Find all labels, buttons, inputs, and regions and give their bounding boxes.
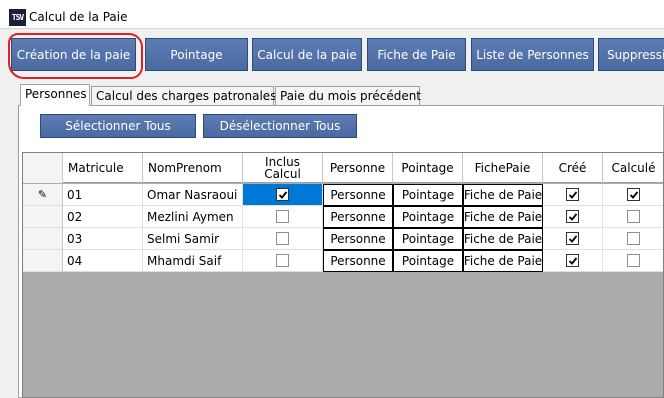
- personne-button[interactable]: Personne: [323, 206, 393, 228]
- checkbox[interactable]: [276, 232, 289, 245]
- tab-paie-mois-precedent[interactable]: Paie du mois précédent: [275, 86, 421, 105]
- col-nomprenom[interactable]: NomPrenom: [143, 153, 243, 183]
- cell-calcule[interactable]: [603, 206, 663, 228]
- pointage-row-button[interactable]: Pointage: [393, 184, 463, 206]
- suppression-button[interactable]: Suppressi: [598, 38, 664, 71]
- row-header-corner: [23, 153, 63, 183]
- cell-matricule: 04: [63, 250, 143, 272]
- cell-inclus-calcul[interactable]: [243, 184, 323, 206]
- cell-cree[interactable]: [543, 250, 603, 272]
- deselect-all-button[interactable]: Désélectionner Tous: [203, 114, 357, 138]
- cell-nomprenom: Mezlini Aymen: [143, 206, 243, 228]
- app-logo-icon: TSV: [9, 9, 26, 26]
- checkbox[interactable]: [627, 188, 640, 201]
- col-cree[interactable]: Créé: [543, 153, 603, 183]
- title-bar: TSV Calcul de la Paie: [0, 0, 664, 28]
- checkbox[interactable]: [276, 254, 289, 267]
- tab-personnes[interactable]: Personnes: [20, 84, 90, 106]
- cell-matricule: 01: [63, 184, 143, 206]
- select-all-button[interactable]: Sélectionner Tous: [40, 114, 196, 138]
- checkbox[interactable]: [566, 254, 579, 267]
- cell-nomprenom: Selmi Samir: [143, 228, 243, 250]
- col-fichepaie[interactable]: FichePaie: [463, 153, 543, 183]
- col-personne[interactable]: Personne: [323, 153, 393, 183]
- personne-button[interactable]: Personne: [323, 250, 393, 272]
- personnes-grid: Matricule NomPrenom Inclus Calcul Person…: [22, 152, 664, 398]
- pointage-row-button[interactable]: Pointage: [393, 228, 463, 250]
- cell-inclus-calcul[interactable]: [243, 206, 323, 228]
- table-row[interactable]: ✎ 01 Omar Nasraoui Personne Pointage Fiche de…: [23, 184, 663, 206]
- checkbox[interactable]: [566, 210, 579, 223]
- cell-matricule: 02: [63, 206, 143, 228]
- fiche-paie-row-button[interactable]: Fiche de Paie: [463, 206, 543, 228]
- checkbox[interactable]: [276, 188, 289, 201]
- cell-calcule[interactable]: [603, 250, 663, 272]
- row-header: [23, 228, 63, 250]
- checkbox[interactable]: [627, 232, 640, 245]
- table-row[interactable]: 03 Selmi Samir Personne Pointage Fiche de Pa…: [23, 228, 663, 250]
- pointage-row-button[interactable]: Pointage: [393, 250, 463, 272]
- col-pointage[interactable]: Pointage: [393, 153, 463, 183]
- window-title: Calcul de la Paie: [29, 10, 128, 24]
- cell-nomprenom: Mhamdi Saif: [143, 250, 243, 272]
- table-row[interactable]: 02 Mezlini Aymen Personne Pointage Fiche de …: [23, 206, 663, 228]
- checkbox[interactable]: [566, 188, 579, 201]
- col-matricule[interactable]: Matricule: [63, 153, 143, 183]
- edit-pencil-icon: ✎: [37, 188, 48, 201]
- liste-personnes-button[interactable]: Liste de Personnes: [471, 38, 594, 71]
- cell-cree[interactable]: [543, 228, 603, 250]
- personne-button[interactable]: Personne: [323, 184, 393, 206]
- fiche-paie-row-button[interactable]: Fiche de Paie: [463, 228, 543, 250]
- cell-matricule: 03: [63, 228, 143, 250]
- row-header: [23, 250, 63, 272]
- grid-header: Matricule NomPrenom Inclus Calcul Person…: [23, 153, 663, 183]
- calcul-paie-button[interactable]: Calcul de la paie: [252, 38, 362, 71]
- cell-inclus-calcul[interactable]: [243, 250, 323, 272]
- fiche-paie-row-button[interactable]: Fiche de Paie: [463, 184, 543, 206]
- cell-cree[interactable]: [543, 184, 603, 206]
- creation-paie-button[interactable]: Création de la paie: [11, 38, 136, 71]
- col-inclus-calcul[interactable]: Inclus Calcul: [243, 153, 323, 183]
- checkbox[interactable]: [566, 232, 579, 245]
- fiche-paie-button[interactable]: Fiche de Paie: [367, 38, 466, 71]
- fiche-paie-row-button[interactable]: Fiche de Paie: [463, 250, 543, 272]
- tab-charges-patronales[interactable]: Calcul des charges patronales: [91, 86, 276, 105]
- table-row[interactable]: 04 Mhamdi Saif Personne Pointage Fiche de Pa…: [23, 250, 663, 272]
- row-header: [23, 206, 63, 228]
- pointage-row-button[interactable]: Pointage: [393, 206, 463, 228]
- checkbox[interactable]: [627, 254, 640, 267]
- col-calcule[interactable]: Calculé: [603, 153, 663, 183]
- cell-cree[interactable]: [543, 206, 603, 228]
- cell-inclus-calcul[interactable]: [243, 228, 323, 250]
- cell-calcule[interactable]: [603, 184, 663, 206]
- personne-button[interactable]: Personne: [323, 228, 393, 250]
- row-header: ✎: [23, 184, 63, 206]
- pointage-button[interactable]: Pointage: [145, 38, 248, 71]
- cell-nomprenom: Omar Nasraoui: [143, 184, 243, 206]
- checkbox[interactable]: [627, 210, 640, 223]
- cell-calcule[interactable]: [603, 228, 663, 250]
- checkbox[interactable]: [276, 210, 289, 223]
